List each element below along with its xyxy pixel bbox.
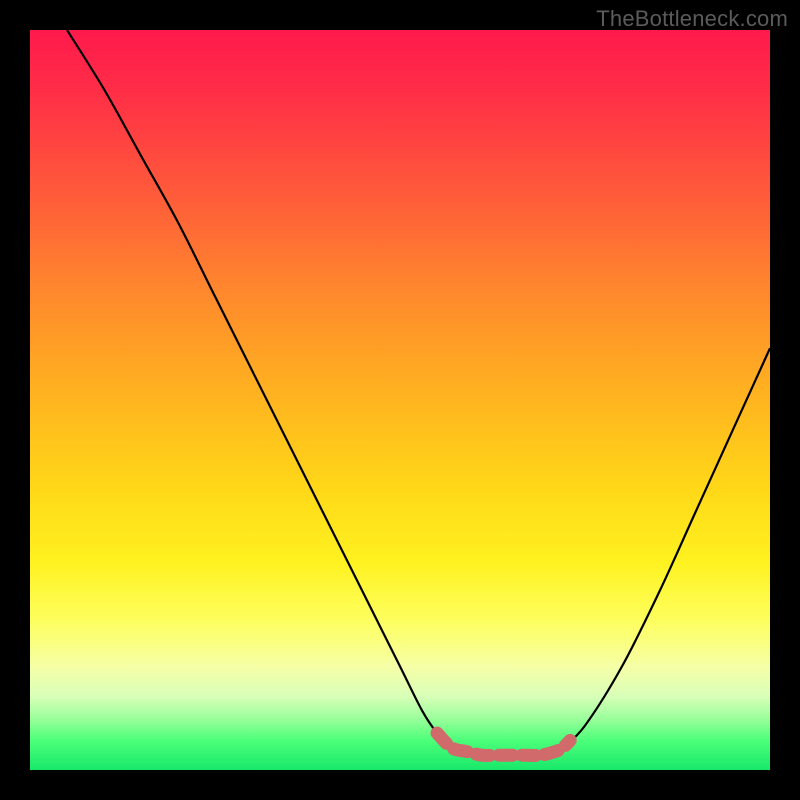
chart-svg bbox=[30, 30, 770, 770]
plot-area bbox=[30, 30, 770, 770]
chart-frame: TheBottleneck.com bbox=[0, 0, 800, 800]
highlight-dots bbox=[437, 733, 570, 755]
curve-right bbox=[563, 348, 770, 748]
highlight-stroke bbox=[437, 733, 570, 755]
watermark-text: TheBottleneck.com bbox=[596, 6, 788, 32]
curve-left bbox=[67, 30, 452, 748]
